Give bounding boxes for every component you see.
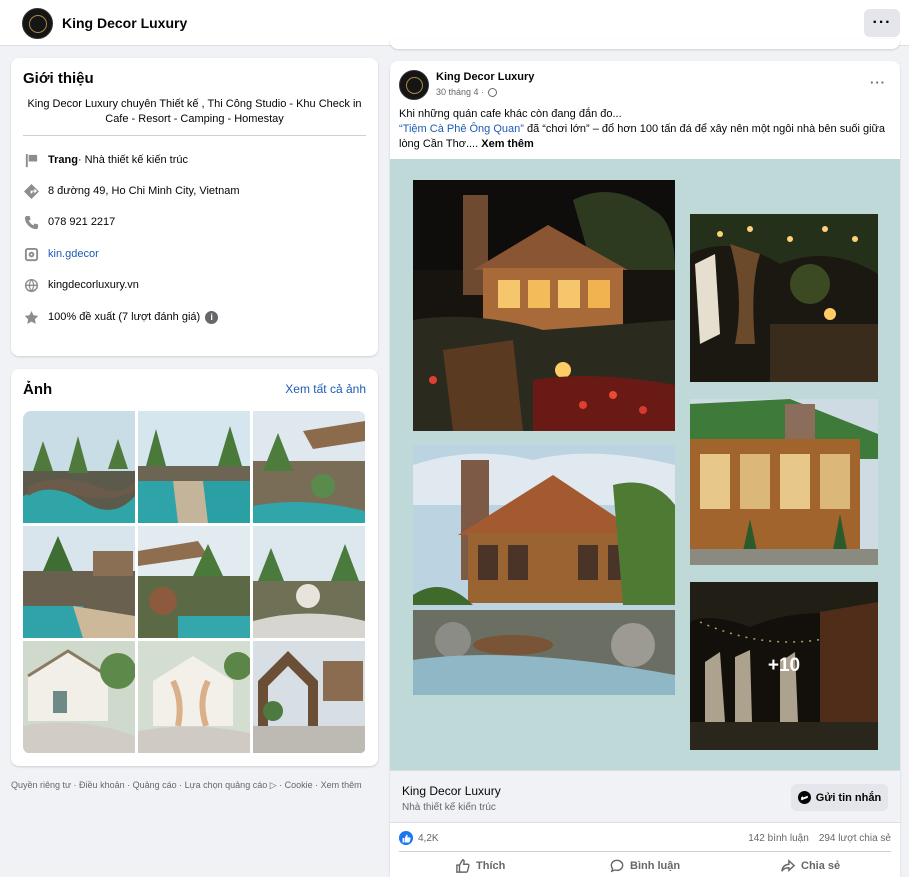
intro-card: Giới thiệu King Decor Luxury chuyên Thiế… xyxy=(11,58,378,356)
post-photo[interactable] xyxy=(690,214,878,382)
phone-text: 078 921 2217 xyxy=(48,216,116,228)
website-text[interactable]: kingdecorluxury.vn xyxy=(48,279,139,291)
photo-thumbnail[interactable] xyxy=(138,411,250,523)
post-photo[interactable] xyxy=(413,180,675,431)
comment-label: Bình luận xyxy=(630,860,681,872)
photos-card: Ảnh Xem tất cả ảnh xyxy=(11,369,378,766)
like-reaction-icon xyxy=(399,831,413,845)
send-message-label: Gửi tin nhắn xyxy=(815,791,882,804)
page-name[interactable]: King Decor Luxury xyxy=(62,15,187,31)
info-address: 8 đường 49, Ho Chi Minh City, Vietnam xyxy=(23,182,239,200)
photo-thumbnail[interactable] xyxy=(253,526,365,638)
comment-count[interactable]: 142 bình luận xyxy=(748,833,809,844)
globe-icon xyxy=(23,277,39,293)
divider xyxy=(23,135,366,136)
info-rating: 100% đề xuất (7 lượt đánh giá) i xyxy=(23,308,219,326)
post-date-text: 30 tháng 4 · xyxy=(436,87,485,97)
info-phone: 078 921 2217 xyxy=(23,213,115,231)
share-button[interactable]: Chia sẻ xyxy=(781,851,840,877)
post-photo[interactable] xyxy=(413,445,675,695)
photo-thumbnail[interactable] xyxy=(23,411,135,523)
info-category: Trang · Nhà thiết kế kiến trúc xyxy=(23,151,188,169)
see-all-photos-link[interactable]: Xem tất cả ảnh xyxy=(285,382,366,396)
messenger-icon xyxy=(797,791,811,804)
engagement-counts: 142 bình luận 294 lượt chia sẻ xyxy=(748,830,891,846)
photo-thumbnail[interactable] xyxy=(138,526,250,638)
cta-page-name[interactable]: King Decor Luxury xyxy=(402,784,501,798)
comment-icon xyxy=(610,859,624,873)
category-text: · Nhà thiết kế kiến trúc xyxy=(77,154,189,166)
photo-thumbnail[interactable] xyxy=(23,641,135,753)
post-photo[interactable]: +10 xyxy=(690,582,878,750)
post-card: King Decor Luxury 30 tháng 4 · ··· Khi n… xyxy=(390,61,900,877)
address-text: 8 đường 49, Ho Chi Minh City, Vietnam xyxy=(48,185,240,197)
like-label: Thích xyxy=(476,860,506,872)
page-cta-bar: King Decor Luxury Nhà thiết kế kiến trúc… xyxy=(390,770,900,823)
info-website: kingdecorluxury.vn xyxy=(23,276,139,294)
flag-icon xyxy=(23,152,39,168)
reaction-count: 4,2K xyxy=(418,832,439,844)
post-text-link[interactable]: “Tiệm Cà Phê Ông Quan” xyxy=(399,123,524,135)
intro-bio: King Decor Luxury chuyên Thiết kế , Thi … xyxy=(27,98,362,125)
photo-thumbnail[interactable] xyxy=(23,526,135,638)
star-icon xyxy=(23,309,39,325)
intro-title: Giới thiệu xyxy=(23,70,94,87)
info-instagram: kin.gdecor xyxy=(23,245,99,263)
photo-thumbnail[interactable] xyxy=(253,641,365,753)
directions-icon xyxy=(23,183,39,199)
send-message-button[interactable]: Gửi tin nhắn xyxy=(791,784,888,811)
previous-post-edge xyxy=(390,39,900,49)
share-icon xyxy=(781,859,795,872)
phone-icon xyxy=(23,214,39,230)
photo-grid xyxy=(23,411,366,754)
instagram-icon xyxy=(23,246,39,262)
post-avatar[interactable] xyxy=(399,70,429,100)
post-text-line: Khi những quán cafe khác còn đang đắn đo… xyxy=(399,108,622,120)
info-icon[interactable]: i xyxy=(205,310,219,324)
instagram-link[interactable]: kin.gdecor xyxy=(48,248,99,260)
thumbs-up-icon xyxy=(456,859,470,873)
more-photos-overlay[interactable]: +10 xyxy=(690,582,878,750)
logo-icon xyxy=(28,14,47,33)
post-date[interactable]: 30 tháng 4 · xyxy=(436,87,498,97)
rating-text: 100% đề xuất (7 lượt đánh giá) xyxy=(48,311,201,323)
globe-icon xyxy=(488,87,498,97)
post-media: +10 xyxy=(390,159,900,770)
cta-category: Nhà thiết kế kiến trúc xyxy=(402,802,496,813)
photo-thumbnail[interactable] xyxy=(138,641,250,753)
share-label: Chia sẻ xyxy=(801,860,841,872)
like-button[interactable]: Thích xyxy=(456,851,505,877)
photo-thumbnail[interactable] xyxy=(253,411,365,523)
reaction-summary[interactable]: 4,2K xyxy=(399,830,439,846)
more-options-button[interactable]: ··· xyxy=(864,9,900,37)
post-photo[interactable] xyxy=(690,399,878,565)
see-more-link[interactable]: Xem thêm xyxy=(481,138,534,150)
post-text: Khi những quán cafe khác còn đang đắn đo… xyxy=(399,107,889,152)
category-prefix: Trang xyxy=(48,154,78,166)
share-count[interactable]: 294 lượt chia sẻ xyxy=(819,833,891,844)
photos-title: Ảnh xyxy=(23,381,53,398)
footer-links[interactable]: Quyền riêng tư · Điều khoản · Quảng cáo … xyxy=(11,779,371,791)
logo-icon xyxy=(405,76,423,94)
page-avatar[interactable] xyxy=(22,8,53,39)
comment-button[interactable]: Bình luận xyxy=(610,851,680,877)
post-text-body: “Tiệm Cà Phê Ông Quan” đã “chơi lớn” – đ… xyxy=(399,122,889,152)
post-more-button[interactable]: ··· xyxy=(870,75,886,90)
post-author[interactable]: King Decor Luxury xyxy=(436,71,534,83)
